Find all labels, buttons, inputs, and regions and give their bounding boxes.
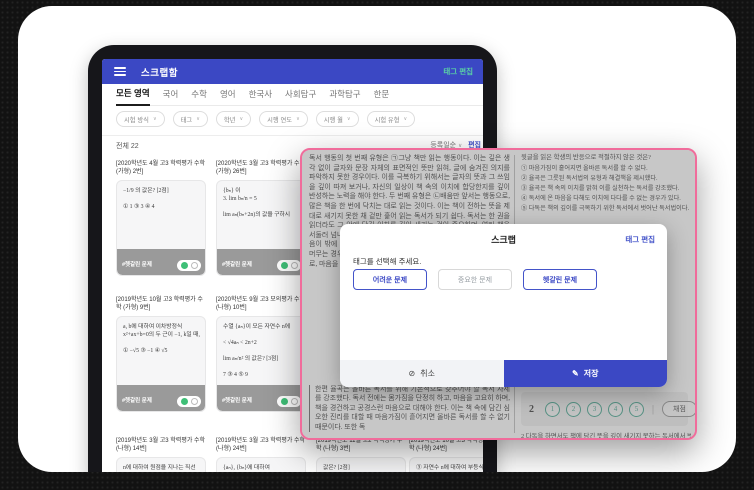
chevron-down-icon: ∨ <box>296 116 300 122</box>
modal-tag-chip-2[interactable]: 헷갈린 문제 <box>523 269 597 290</box>
app-header: 스크랩함 태그 편집 <box>102 59 483 84</box>
card-title: [2019학년도 10월 고3 학력평가 수학 (가형) 9번] <box>116 296 206 312</box>
chevron-down-icon: ∨ <box>153 116 157 122</box>
scrap-modal: 스크랩 태그 편집 태그를 선택해 주세요. 어려운 문제 중요한 문제 헷갈린 문… <box>340 224 667 387</box>
modal-tag-chip-0[interactable]: 어려운 문제 <box>353 269 427 290</box>
card-problem-text: a, b에 대하여 이차방정식x²+ax+b=0의 두 근이 −1, k일 때,… <box>117 317 205 355</box>
card-preview: 값은? [2점]#헷갈린 문제 <box>316 457 406 472</box>
scrap-card-1[interactable]: [2020학년도 3월 고3 학력평가 수학 (가형) 26번] {bₙ} 이3.… <box>216 160 306 276</box>
scrap-card-7[interactable]: [2019학년도 10월 고3 학력평가 수학 (나형) 24번]③ 자연수 n… <box>409 437 483 472</box>
card-preview: 수열 {aₙ}이 모든 자연수 n에 < √4aₙ < 2n+2 lim aₙ/… <box>216 316 306 412</box>
tab-2[interactable]: 수학 <box>191 88 207 105</box>
page-title: 스크랩함 <box>141 65 178 79</box>
answer-visible-icon[interactable] <box>181 262 188 269</box>
chevron-down-icon: ∨ <box>196 116 200 122</box>
card-preview: a, b에 대하여 이차방정식x²+ax+b=0의 두 근이 −1, k일 때,… <box>116 316 206 412</box>
scrap-card-3[interactable]: [2020학년도 9월 고3 모의평가 수학 (나형) 10번] 수열 {aₙ}이… <box>216 296 306 412</box>
save-button[interactable]: ✎ 저장 <box>504 360 668 387</box>
card-title: [2020학년도 3월 고3 학력평가 수학 (가형) 26번] <box>216 160 306 176</box>
filter-chip-5[interactable]: 시험 유형∨ <box>367 111 416 127</box>
card-footer: #헷갈린 문제 <box>117 249 205 275</box>
divider <box>102 135 483 136</box>
modal-title: 스크랩 <box>340 233 667 246</box>
chevron-down-icon: ∨ <box>239 116 243 122</box>
hamburger-icon[interactable] <box>114 67 126 76</box>
cancel-button[interactable]: ⊘ 취소 <box>340 360 504 387</box>
card-preview: ③ 자연수 n에 대하여 부등식#헷갈린 문제 <box>409 457 483 472</box>
mockup-card: 스크랩함 태그 편집 모든 영역 국어 수학 영어 한국사 사회탐구 과학탐구 한문 시험 방… <box>18 6 736 472</box>
modal-tag-edit-link[interactable]: 태그 편집 <box>625 234 655 245</box>
settings-icon[interactable] <box>291 262 298 269</box>
scrap-card-0[interactable]: [2020학년도 4월 고3 학력평가 수학 (가형) 2번] −1/9 의 값은… <box>116 160 206 276</box>
tag-select-prompt: 태그를 선택해 주세요. <box>353 256 421 267</box>
subject-tabs: 모든 영역 국어 수학 영어 한국사 사회탐구 과학탐구 한문 <box>116 84 483 106</box>
card-problem-text: 값은? [2점] <box>317 458 405 472</box>
card-problem-text: n에 대하여 원점을 지나는 직선 <box>117 458 205 472</box>
tab-6[interactable]: 과학탐구 <box>329 88 360 105</box>
filter-chip-0[interactable]: 시험 방식∨ <box>116 111 165 127</box>
card-tag-label: #헷갈린 문제 <box>122 398 152 404</box>
settings-icon[interactable] <box>191 398 198 405</box>
tab-4[interactable]: 한국사 <box>249 88 272 105</box>
total-count-label: 전체 22 <box>116 141 139 151</box>
modal-tag-chip-1[interactable]: 중요한 문제 <box>438 269 512 290</box>
card-action-pill[interactable] <box>177 396 201 407</box>
tab-1[interactable]: 국어 <box>163 88 179 105</box>
card-title: [2019학년도 3월 고3 학력평가 수학 (나형) 14번] <box>116 437 206 453</box>
scrap-card-2[interactable]: [2019학년도 10월 고3 학력평가 수학 (가형) 9번] a, b에 대하… <box>116 296 206 412</box>
card-preview: {aₙ}, {bₙ}에 대하여#헷갈린 문제 <box>216 457 306 472</box>
card-action-pill[interactable] <box>277 260 301 271</box>
pen-icon: ✎ <box>572 369 579 378</box>
card-footer: #헷갈린 문제 <box>117 385 205 411</box>
card-title: [2020학년도 4월 고3 학력평가 수학 (가형) 2번] <box>116 160 206 176</box>
scrap-card-6[interactable]: [2019학년도 11월 고2 학력평가 수학 (나형) 3번]값은? [2점]… <box>316 437 406 472</box>
scrap-card-4[interactable]: [2019학년도 3월 고3 학력평가 수학 (나형) 14번] n에 대하여 원… <box>116 437 206 472</box>
answer-visible-icon[interactable] <box>281 262 288 269</box>
cancel-icon: ⊘ <box>409 369 416 378</box>
chevron-down-icon: ∨ <box>404 116 408 122</box>
card-problem-text: −1/9 의 값은? [2점] ① 1 ③ 3 ④ 4 <box>117 181 205 211</box>
answer-visible-icon[interactable] <box>181 398 188 405</box>
card-preview: {bₙ} 이3. lim bₙ/n = 5 lim aₙ(bₙ+2n)의 값을 … <box>216 180 306 276</box>
exam-overlay-panel: 독서 행동의 첫 번째 유형은 ㉠그냥 책만 읽는 행동이다. 이는 깊은 생각… <box>300 148 697 440</box>
card-tag-label: #헷갈린 문제 <box>222 398 252 404</box>
filter-chip-3[interactable]: 시행 연도∨ <box>259 111 308 127</box>
card-tag-label: #헷갈린 문제 <box>222 262 252 268</box>
card-problem-text: ③ 자연수 n에 대하여 부등식 <box>410 458 483 472</box>
tab-3[interactable]: 영어 <box>220 88 236 105</box>
filter-chip-4[interactable]: 시행 월∨ <box>316 111 359 127</box>
tab-7[interactable]: 한문 <box>374 88 390 105</box>
modal-footer: ⊘ 취소 ✎ 저장 <box>340 360 667 387</box>
card-problem-text: {bₙ} 이3. lim bₙ/n = 5 lim aₙ(bₙ+2n)의 값을 … <box>217 181 305 219</box>
card-footer: #헷갈린 문제 <box>217 249 305 275</box>
card-tag-label: #헷갈린 문제 <box>122 262 152 268</box>
card-title: [2019학년도 3월 고3 학력평가 수학 (나형) 24번] <box>216 437 306 453</box>
card-title: [2020학년도 9월 고3 모의평가 수학 (나형) 10번] <box>216 296 306 312</box>
tab-0[interactable]: 모든 영역 <box>116 87 150 106</box>
card-preview: −1/9 의 값은? [2점] ① 1 ③ 3 ④ 4 #헷갈린 문제 <box>116 180 206 276</box>
filter-chip-1[interactable]: 태그∨ <box>173 111 208 127</box>
settings-icon[interactable] <box>291 398 298 405</box>
page-background: 스크랩함 태그 편집 모든 영역 국어 수학 영어 한국사 사회탐구 과학탐구 한문 시험 방… <box>0 0 754 490</box>
filter-chip-row: 시험 방식∨ 태그∨ 학년∨ 시행 연도∨ 시행 월∨ 시험 유형∨ <box>116 111 415 128</box>
chevron-down-icon: ∨ <box>347 116 351 122</box>
scrap-card-5[interactable]: [2019학년도 3월 고3 학력평가 수학 (나형) 24번] {aₙ}, {b… <box>216 437 306 472</box>
answer-visible-icon[interactable] <box>281 398 288 405</box>
card-problem-text: {aₙ}, {bₙ}에 대하여 <box>217 458 305 472</box>
filter-chip-2[interactable]: 학년∨ <box>216 111 251 127</box>
card-footer: #헷갈린 문제 <box>217 385 305 411</box>
tag-chip-group: 어려운 문제 중요한 문제 헷갈린 문제 <box>353 269 597 290</box>
settings-icon[interactable] <box>191 262 198 269</box>
card-preview: n에 대하여 원점을 지나는 직선#헷갈린 문제 <box>116 457 206 472</box>
card-action-pill[interactable] <box>277 396 301 407</box>
card-action-pill[interactable] <box>177 260 201 271</box>
tab-5[interactable]: 사회탐구 <box>285 88 316 105</box>
header-tag-edit-link[interactable]: 태그 편집 <box>443 66 473 77</box>
card-problem-text: 수열 {aₙ}이 모든 자연수 n에 < √4aₙ < 2n+2 lim aₙ/… <box>217 317 305 379</box>
